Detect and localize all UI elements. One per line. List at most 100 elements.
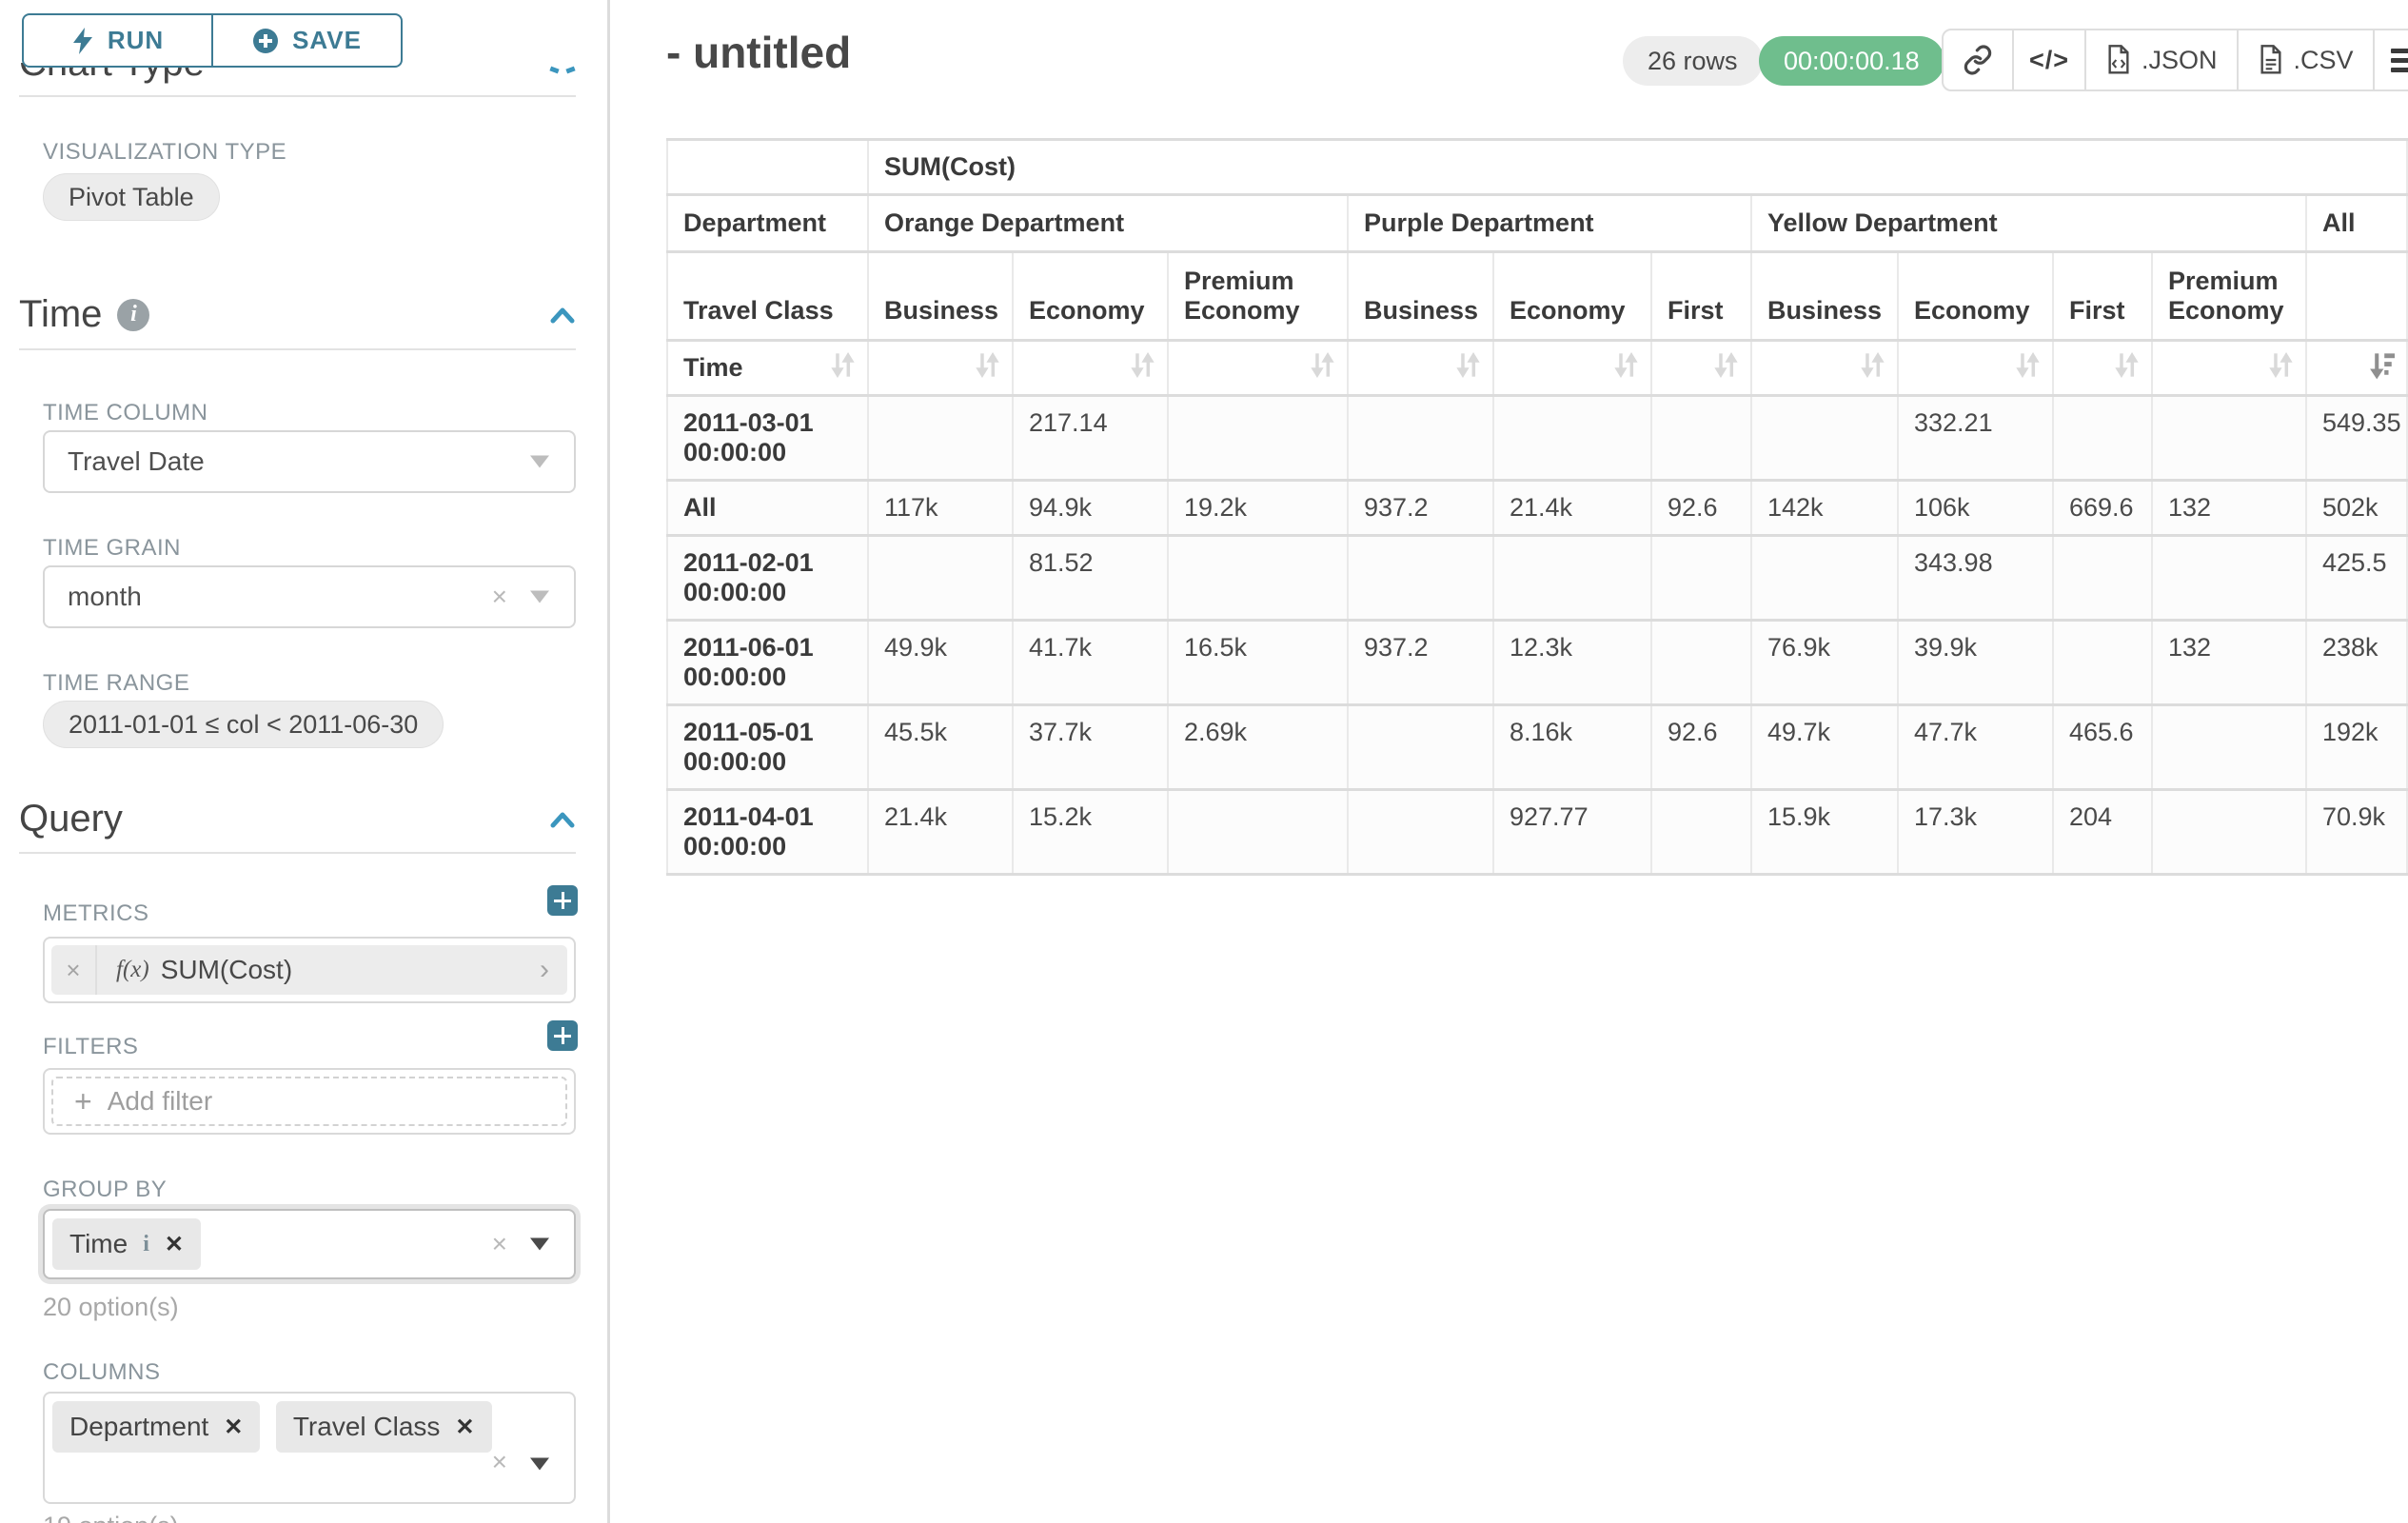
metric-chip[interactable]: × f(x) SUM(Cost) ›: [51, 945, 567, 995]
caret-down-icon[interactable]: [530, 1238, 549, 1251]
column-sort-header[interactable]: [868, 341, 1013, 396]
table-row: 2011-02-01 00:00:0081.52343.98425.5: [667, 536, 2407, 621]
share-link-button[interactable]: [1944, 30, 2012, 89]
time-grain-select[interactable]: month ×: [43, 565, 576, 628]
value-cell: 49.9k: [868, 621, 1013, 705]
save-button-label: SAVE: [292, 26, 362, 55]
chevron-up-icon[interactable]: [549, 67, 559, 74]
remove-chip-icon[interactable]: ✕: [165, 1231, 184, 1258]
columns-chip-travel-class[interactable]: Travel Class ✕: [276, 1401, 492, 1453]
value-cell: [2053, 621, 2152, 705]
clear-icon[interactable]: ×: [492, 1447, 507, 1477]
lightning-bolt-icon: [71, 28, 94, 54]
save-button[interactable]: SAVE: [211, 15, 401, 66]
column-sort-header[interactable]: [1651, 341, 1751, 396]
chart-title[interactable]: - untitled: [666, 27, 851, 78]
value-cell: [2152, 396, 2306, 481]
column-group-header: Yellow Department: [1751, 195, 2306, 252]
add-metric-button[interactable]: [547, 885, 578, 916]
code-icon: </>: [2029, 46, 2069, 75]
value-cell: 937.2: [1348, 481, 1493, 536]
value-cell: 12.3k: [1493, 621, 1651, 705]
time-column-select[interactable]: Travel Date: [43, 430, 576, 493]
value-cell: 204: [2053, 790, 2152, 875]
chevron-up-icon[interactable]: [550, 811, 575, 828]
column-group-header: Orange Department: [868, 195, 1348, 252]
column-sort-header[interactable]: [1013, 341, 1168, 396]
chevron-right-icon[interactable]: ›: [522, 954, 567, 986]
query-section-heading[interactable]: Query: [19, 798, 123, 841]
columns-select[interactable]: Department ✕ Travel Class ✕ ×: [43, 1392, 576, 1504]
info-icon[interactable]: i: [117, 299, 149, 331]
value-cell: 21.4k: [868, 790, 1013, 875]
group-by-select[interactable]: Time i ✕ ×: [43, 1209, 576, 1279]
value-cell: [1348, 705, 1493, 790]
table-row: 2011-06-01 00:00:0049.9k41.7k16.5k937.21…: [667, 621, 2407, 705]
subcolumn-header: Premium Economy: [2152, 252, 2306, 341]
view-query-button[interactable]: </>: [2012, 30, 2084, 89]
remove-metric-icon[interactable]: ×: [51, 945, 97, 995]
value-cell: 21.4k: [1493, 481, 1651, 536]
column-sort-header[interactable]: [2306, 341, 2407, 396]
column-sort-header[interactable]: [1751, 341, 1898, 396]
add-filter-button[interactable]: + Add filter: [51, 1077, 567, 1126]
row-label-cell: 2011-05-01 00:00:00: [667, 705, 868, 790]
run-button[interactable]: RUN: [24, 15, 211, 66]
remove-chip-icon[interactable]: ✕: [224, 1414, 243, 1441]
value-cell: [1751, 396, 1898, 481]
value-cell: 76.9k: [1751, 621, 1898, 705]
time-sort-header[interactable]: Time: [667, 341, 868, 396]
query-section-title: Query: [19, 798, 123, 841]
caret-down-icon: [530, 591, 549, 603]
column-sort-header[interactable]: [1348, 341, 1493, 396]
export-csv-button[interactable]: .CSV: [2237, 30, 2373, 89]
value-cell: [1348, 536, 1493, 621]
caret-down-icon[interactable]: [530, 1458, 549, 1471]
value-cell: [1651, 536, 1751, 621]
visualization-type-chip[interactable]: Pivot Table: [43, 173, 220, 221]
filters-label: FILTERS: [43, 1034, 138, 1060]
chevron-up-icon[interactable]: [565, 67, 575, 74]
column-sort-header[interactable]: [1898, 341, 2053, 396]
group-by-chip-time[interactable]: Time i ✕: [52, 1218, 201, 1270]
control-panel-sidebar: Chart Type RUN SAVE VISUALIZATION TYPE P…: [0, 0, 607, 1523]
chip-label: Travel Class: [293, 1412, 441, 1442]
column-sort-header[interactable]: [1493, 341, 1651, 396]
column-sort-header[interactable]: [1168, 341, 1348, 396]
remove-chip-icon[interactable]: ✕: [455, 1414, 474, 1441]
add-filter-plus-button[interactable]: [547, 1020, 578, 1051]
subcolumn-header: First: [2053, 252, 2152, 341]
time-section-title: Time: [19, 293, 102, 336]
value-cell: 16.5k: [1168, 621, 1348, 705]
time-range-chip[interactable]: 2011-01-01 ≤ col < 2011-06-30: [43, 701, 444, 748]
info-icon[interactable]: i: [143, 1232, 149, 1257]
value-cell: 45.5k: [868, 705, 1013, 790]
subcolumn-header: Business: [868, 252, 1013, 341]
value-cell: 8.16k: [1493, 705, 1651, 790]
column-sort-header[interactable]: [2053, 341, 2152, 396]
row-label-cell: 2011-06-01 00:00:00: [667, 621, 868, 705]
metric-header-cell: SUM(Cost): [868, 140, 2407, 195]
chip-label: Time: [69, 1229, 128, 1259]
time-column-label: TIME COLUMN: [43, 400, 208, 426]
superset-explore-view: Chart Type RUN SAVE VISUALIZATION TYPE P…: [0, 0, 2408, 1523]
chevron-up-icon[interactable]: [550, 307, 575, 324]
time-section-heading[interactable]: Time i: [19, 293, 149, 336]
sort-updown-icon: [1130, 349, 1155, 387]
section-divider: [19, 348, 576, 350]
value-cell: 549.35: [2306, 396, 2407, 481]
value-cell: [1651, 396, 1751, 481]
pivot-table-container: SUM(Cost) Department Orange DepartmentPu…: [666, 138, 2408, 876]
function-icon: f(x): [97, 957, 161, 983]
clear-icon[interactable]: ×: [492, 1229, 507, 1259]
time-grain-value: month: [45, 582, 142, 612]
menu-button[interactable]: [2373, 30, 2408, 89]
table-row: 2011-05-01 00:00:0045.5k37.7k2.69k8.16k9…: [667, 705, 2407, 790]
export-json-button[interactable]: .JSON: [2084, 30, 2237, 89]
clear-icon[interactable]: ×: [492, 582, 507, 612]
column-sort-header[interactable]: [2152, 341, 2306, 396]
columns-chip-department[interactable]: Department ✕: [52, 1401, 260, 1453]
value-cell: 37.7k: [1013, 705, 1168, 790]
subcolumn-header: Economy: [1493, 252, 1651, 341]
panel-divider[interactable]: [607, 0, 610, 1523]
